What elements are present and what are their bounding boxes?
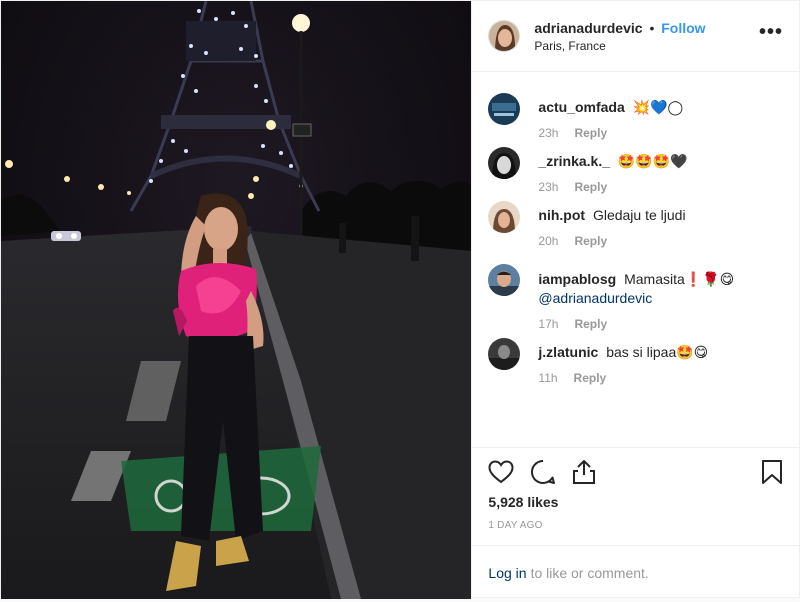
avatar-image — [488, 93, 521, 125]
reply-button[interactable]: Reply — [574, 317, 607, 331]
likes-count[interactable]: 5,928 likes — [488, 494, 783, 510]
comment: _zrinka.k._ 🤩🤩🤩🖤 23h Reply — [488, 140, 783, 194]
comment-text-line: actu_omfada 💥💙◯ — [538, 86, 783, 117]
commenter-avatar[interactable] — [488, 93, 521, 125]
commenter-avatar[interactable] — [488, 264, 521, 296]
reply-button[interactable]: Reply — [574, 234, 607, 248]
comment-body: actu_omfada 💥💙◯ 23h Reply — [538, 86, 783, 140]
comment-body: iampablosg Mamasita❗🌹😋 @adrianadurdevic … — [538, 248, 783, 331]
avatar-image — [488, 147, 521, 179]
commenter-avatar[interactable] — [488, 147, 521, 179]
comment-mention[interactable]: @adrianadurdevic — [538, 290, 652, 306]
comment-meta: 23h Reply — [538, 126, 783, 140]
comment-username[interactable]: iampablosg — [538, 271, 616, 287]
comment-text-line: j.zlatunic bas si lipaa🤩😋 — [538, 331, 783, 362]
comment: j.zlatunic bas si lipaa🤩😋 11h Reply — [488, 331, 783, 385]
avatar-image — [489, 21, 520, 51]
heart-icon[interactable] — [488, 459, 514, 487]
comment: actu_omfada 💥💙◯ 23h Reply — [488, 86, 783, 140]
avatar-image — [488, 338, 521, 370]
more-options-icon[interactable]: ••• — [759, 22, 783, 42]
comment-text-line: nih.pot Gledaju te ljudi — [538, 194, 783, 225]
reply-button[interactable]: Reply — [574, 126, 607, 140]
comment: iampablosg Mamasita❗🌹😋 @adrianadurdevic … — [488, 248, 783, 331]
follow-button[interactable]: Follow — [661, 20, 705, 36]
post-actions: 5,928 likes 1 DAY AGO — [472, 447, 799, 545]
comment-time[interactable]: 23h — [538, 126, 558, 140]
post-header: adrianadurdevic • Follow Paris, France •… — [472, 1, 799, 72]
avatar-image — [488, 201, 521, 233]
photo-image — [1, 1, 472, 599]
comment-text-line: iampablosg Mamasita❗🌹😋 @adrianadurdevic — [538, 248, 783, 308]
comment-username[interactable]: nih.pot — [538, 207, 585, 223]
reply-button[interactable]: Reply — [574, 180, 607, 194]
post-side-panel: adrianadurdevic • Follow Paris, France •… — [471, 1, 799, 599]
comment-username[interactable]: actu_omfada — [538, 99, 624, 115]
comment-time[interactable]: 23h — [538, 180, 558, 194]
post-location[interactable]: Paris, France — [534, 38, 759, 54]
commenter-avatar[interactable] — [488, 338, 521, 370]
comment-meta: 23h Reply — [538, 180, 783, 194]
header-line: adrianadurdevic • Follow — [534, 19, 759, 37]
avatar-image — [488, 264, 521, 296]
comment-username[interactable]: j.zlatunic — [538, 344, 598, 360]
commenter-avatar[interactable] — [488, 201, 521, 233]
post-photo[interactable] — [1, 1, 472, 599]
comment-meta: 20h Reply — [538, 234, 783, 248]
comment-text-line: _zrinka.k._ 🤩🤩🤩🖤 — [538, 140, 783, 171]
comment-text: Gledaju te ljudi — [592, 207, 686, 223]
bookmark-icon[interactable] — [761, 459, 783, 488]
post-header-text: adrianadurdevic • Follow Paris, France — [534, 19, 759, 54]
comment-meta: 11h Reply — [538, 371, 783, 385]
comment-username[interactable]: _zrinka.k._ — [538, 153, 610, 169]
reply-button[interactable]: Reply — [574, 371, 607, 385]
author-username[interactable]: adrianadurdevic — [534, 20, 642, 36]
comment-meta: 17h Reply — [538, 317, 783, 331]
comment-text: Mamasita❗🌹😋 — [624, 271, 735, 287]
action-icons — [488, 448, 783, 498]
comment-time[interactable]: 11h — [538, 371, 557, 385]
post-date[interactable]: 1 DAY AGO — [488, 520, 783, 531]
comment-body: j.zlatunic bas si lipaa🤩😋 11h Reply — [538, 331, 783, 385]
comments-list: actu_omfada 💥💙◯ 23h Reply _zrinka.k._ 🤩🤩… — [472, 72, 799, 447]
login-link[interactable]: Log in — [488, 565, 526, 581]
share-icon[interactable] — [572, 459, 596, 488]
login-text: to like or comment. — [530, 564, 649, 581]
instagram-post: adrianadurdevic • Follow Paris, France •… — [0, 0, 800, 599]
header-separator: • — [649, 19, 655, 36]
comment-text: 💥💙◯ — [632, 99, 684, 115]
comment-text: 🤩🤩🤩🖤 — [617, 153, 688, 169]
login-prompt: Log in to like or comment. — [472, 545, 799, 599]
comment-icon[interactable] — [530, 459, 556, 488]
comment-time[interactable]: 17h — [538, 317, 558, 331]
comment: nih.pot Gledaju te ljudi 20h Reply — [488, 194, 783, 248]
author-avatar[interactable] — [488, 20, 521, 52]
comment-text: bas si lipaa🤩😋 — [606, 344, 709, 360]
comment-body: _zrinka.k._ 🤩🤩🤩🖤 23h Reply — [538, 140, 783, 194]
comment-time[interactable]: 20h — [538, 234, 558, 248]
comment-body: nih.pot Gledaju te ljudi 20h Reply — [538, 194, 783, 248]
